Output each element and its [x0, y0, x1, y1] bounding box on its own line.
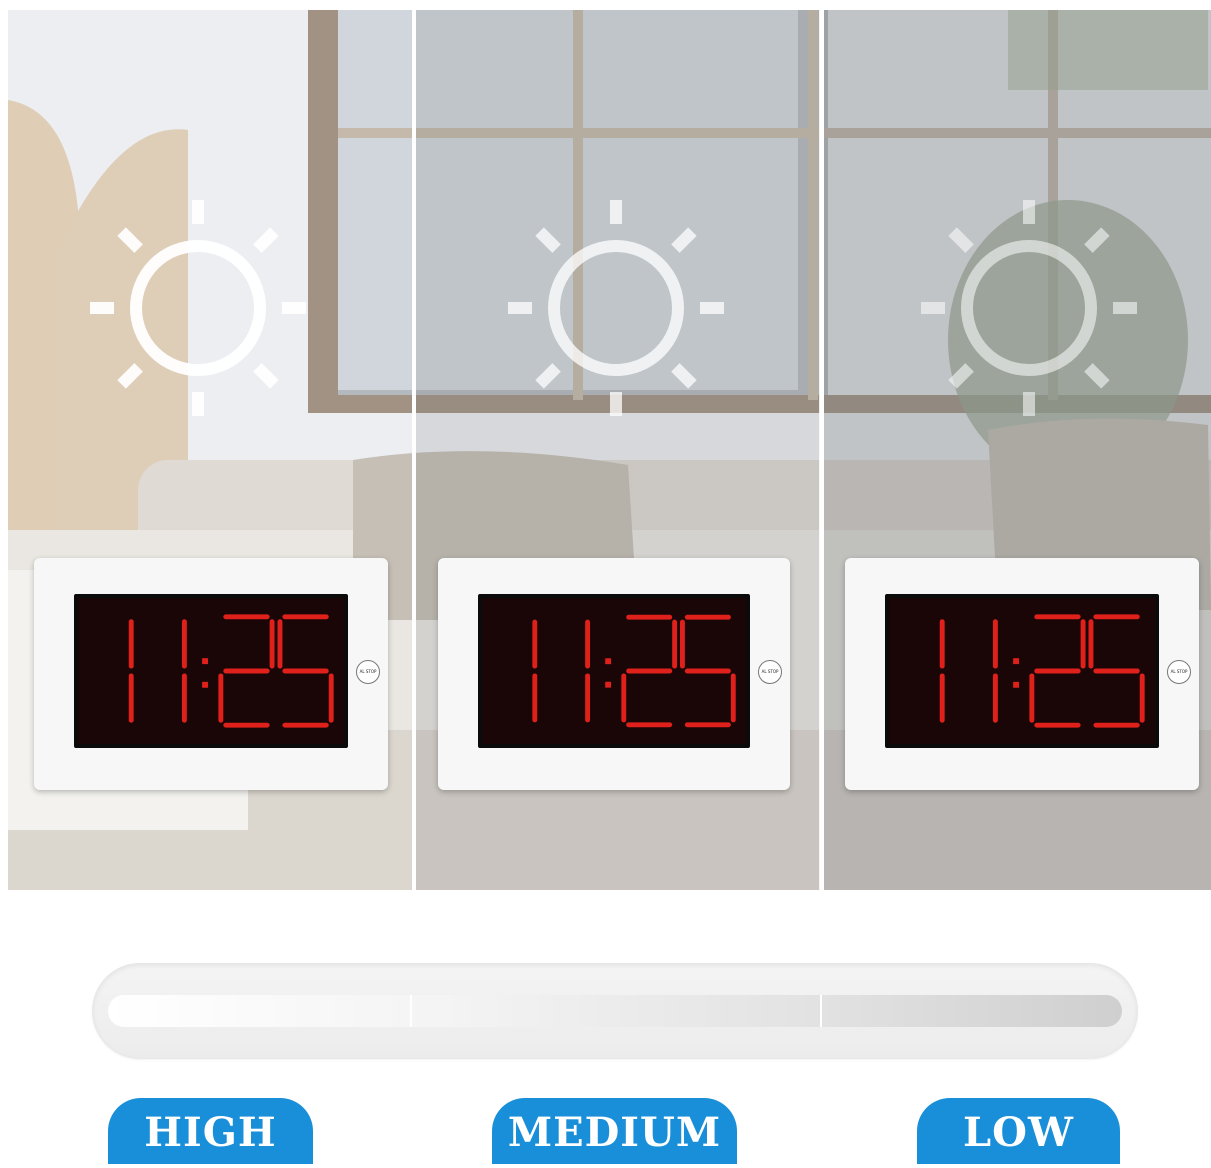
- clock-digits: [128, 614, 334, 728]
- clock-display: [74, 594, 348, 748]
- led-clock-high: AL STOP: [34, 558, 388, 790]
- slider-segment-line: [820, 995, 822, 1027]
- al-stop-button[interactable]: AL STOP: [356, 660, 380, 684]
- al-stop-button[interactable]: AL STOP: [1167, 660, 1191, 684]
- led-clock-medium: AL STOP: [438, 558, 790, 790]
- clock-display: [885, 594, 1159, 748]
- slider-segment-line: [410, 995, 412, 1027]
- al-stop-button[interactable]: AL STOP: [758, 660, 782, 684]
- clock-digits: [532, 614, 736, 728]
- level-badge-high[interactable]: HIGH: [108, 1098, 313, 1164]
- clock-digits: [939, 614, 1145, 728]
- led-clock-low: AL STOP: [845, 558, 1199, 790]
- brightness-slider[interactable]: [92, 963, 1138, 1059]
- panel-divider: [412, 10, 415, 890]
- clock-display: [478, 594, 750, 748]
- level-badge-medium[interactable]: MEDIUM: [492, 1098, 737, 1164]
- level-badge-low[interactable]: LOW: [917, 1098, 1120, 1164]
- panel-divider: [819, 10, 822, 890]
- brightness-slider-fill: [108, 995, 1122, 1027]
